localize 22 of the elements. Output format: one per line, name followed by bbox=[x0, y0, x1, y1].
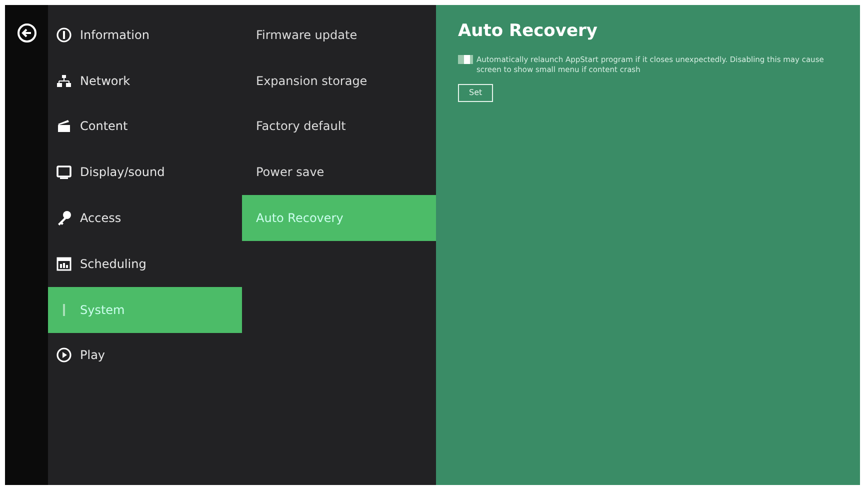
submenu-item[interactable]: Firmware update bbox=[242, 12, 436, 58]
toggle-switch[interactable] bbox=[458, 54, 474, 64]
menu-item[interactable]: Network bbox=[48, 58, 242, 104]
menu-item[interactable]: Display/sound bbox=[48, 149, 242, 196]
clapperboard-icon bbox=[56, 118, 72, 134]
network-icon bbox=[56, 72, 72, 89]
menu-item[interactable]: Access bbox=[48, 195, 242, 241]
set-button[interactable]: Set bbox=[458, 84, 494, 102]
submenu-item[interactable]: Expansion storage bbox=[242, 58, 436, 104]
submenu-item[interactable]: Factory default bbox=[242, 104, 436, 150]
monitor-icon bbox=[56, 164, 72, 180]
play-icon bbox=[56, 347, 72, 364]
panel-title: Auto Recovery bbox=[458, 20, 598, 43]
key-icon bbox=[56, 210, 72, 226]
menu-item[interactable]: Information bbox=[48, 12, 242, 58]
menu-item[interactable]: Scheduling bbox=[48, 240, 242, 287]
back-icon[interactable] bbox=[16, 23, 36, 43]
calendar-icon bbox=[56, 256, 72, 272]
menu-item[interactable]: Play bbox=[48, 332, 242, 378]
menu-item[interactable]: Content bbox=[48, 104, 242, 150]
submenu-item[interactable]: Power save bbox=[242, 149, 436, 196]
info-icon bbox=[56, 26, 72, 43]
